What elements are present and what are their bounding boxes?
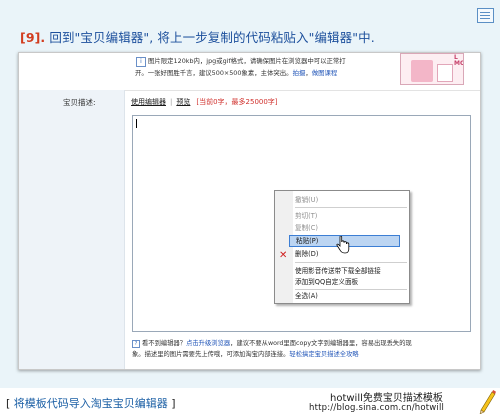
info-icon: i xyxy=(136,57,146,67)
delete-x-icon: ✕ xyxy=(279,250,288,261)
menu-item-cut[interactable]: 剪切(T) xyxy=(295,211,317,221)
hand-cursor-icon xyxy=(336,236,350,254)
brand-name: hotwill免费宝贝描述模板 xyxy=(330,393,443,404)
product-thumbnail[interactable]: L MODEL xyxy=(400,53,464,85)
menu-item-download-links[interactable]: 使用影音传送带下载全部链接 xyxy=(295,266,381,276)
tab-use-editor[interactable]: 使用编辑器 xyxy=(131,98,166,106)
pencil-icon xyxy=(479,390,496,414)
menu-item-add-qq-panel[interactable]: 添加到QQ自定义面板 xyxy=(295,277,358,287)
label-column xyxy=(19,90,125,369)
menu-item-select-all[interactable]: 全选(A) xyxy=(295,291,318,301)
hint-text: 象。描述里的图片需要先上传哦，可添加淘宝内部连接。 xyxy=(132,351,290,358)
upgrade-browser-link[interactable]: 点击升级浏览器 xyxy=(186,340,230,347)
menu-item-delete[interactable]: 删除(D) xyxy=(295,249,318,259)
document-icon xyxy=(477,8,494,23)
taobao-editor-panel: i 图片限定120kb内，jpg或gif格式，请确保图片在浏览器中可以正常打 开… xyxy=(18,52,481,370)
step-number: [9]. xyxy=(20,30,46,45)
thumbnail-card-shape xyxy=(437,64,453,82)
footer-title: [ 将模板代码导入淘宝宝贝编辑器 ] xyxy=(6,395,176,411)
shoot-link[interactable]: 拍摄 xyxy=(293,69,306,77)
editor-tab-bar: 使用编辑器 | 预览 [当前0字，最多25000字] xyxy=(131,97,278,107)
footer-bar: [ 将模板代码导入淘宝宝贝编辑器 ] hotwill免费宝贝描述模板 http:… xyxy=(0,388,500,417)
tab-preview[interactable]: 预览 xyxy=(176,98,190,106)
help-icon: ? xyxy=(132,340,140,348)
description-editor[interactable]: 撤销(U) 剪切(T) 复制(C) 粘贴(P) ✕ 删除(D) 使用影音传送带下… xyxy=(132,115,471,332)
blog-url: http://blog.sina.com.cn/hotwill xyxy=(309,403,445,413)
tutorial-frame: [9]. 回到"宝贝编辑器", 将上一步复制的代码粘贴入"编辑器"中. i 图片… xyxy=(0,0,500,417)
menu-item-copy[interactable]: 复制(C) xyxy=(295,223,318,233)
hint-text: 看不到编辑器？ xyxy=(142,340,187,347)
thumbnail-watermark: L MODEL xyxy=(454,54,464,67)
menu-item-undo[interactable]: 撤销(U) xyxy=(295,195,318,205)
tab-separator: | xyxy=(170,98,173,106)
bracket: ] xyxy=(171,397,176,410)
tutorial-link[interactable]: 做图课程 xyxy=(312,69,338,77)
step-text: 回到"宝贝编辑器", 将上一步复制的代码粘贴入"编辑器"中. xyxy=(45,30,375,45)
description-guide-link[interactable]: 轻松搞定宝贝描述全攻略 xyxy=(289,351,358,358)
editor-hint-line2: 象。描述里的图片需要先上传哦，可添加淘宝内部连接。轻松搞定宝贝描述全攻略 xyxy=(132,349,359,358)
image-info-text: 开。一张好图胜千言，建议500×500象素，主体突出。 xyxy=(135,69,293,77)
image-info-line2: 开。一张好图胜千言，建议500×500象素，主体突出。拍摄，做图课程 xyxy=(135,68,337,77)
footer-title-text: 将模板代码导入淘宝宝贝编辑器 xyxy=(10,397,172,410)
image-info-area: i 图片限定120kb内，jpg或gif格式，请确保图片在浏览器中可以正常打 开… xyxy=(19,53,480,91)
image-info-line1: 图片限定120kb内，jpg或gif格式，请确保图片在浏览器中可以正常打 xyxy=(148,57,346,65)
menu-divider xyxy=(295,262,407,263)
description-field-label: 宝贝描述: xyxy=(63,98,96,107)
thumbnail-product-shape xyxy=(411,60,433,82)
char-count: [当前0字，最多25000字] xyxy=(196,98,278,106)
editor-hint-line1: ? 看不到编辑器？点击升级浏览器，建议不要从word里面copy文字到编辑器里，容… xyxy=(132,338,412,348)
hint-text: ，建议不要从word里面copy文字到编辑器里，容易出现丢失的现 xyxy=(230,340,412,347)
step-instruction: [9]. 回到"宝贝编辑器", 将上一步复制的代码粘贴入"编辑器"中. xyxy=(20,27,375,46)
text-caret xyxy=(136,119,137,128)
menu-divider xyxy=(295,207,407,208)
context-menu-gutter xyxy=(275,191,293,303)
menu-divider xyxy=(295,289,407,290)
